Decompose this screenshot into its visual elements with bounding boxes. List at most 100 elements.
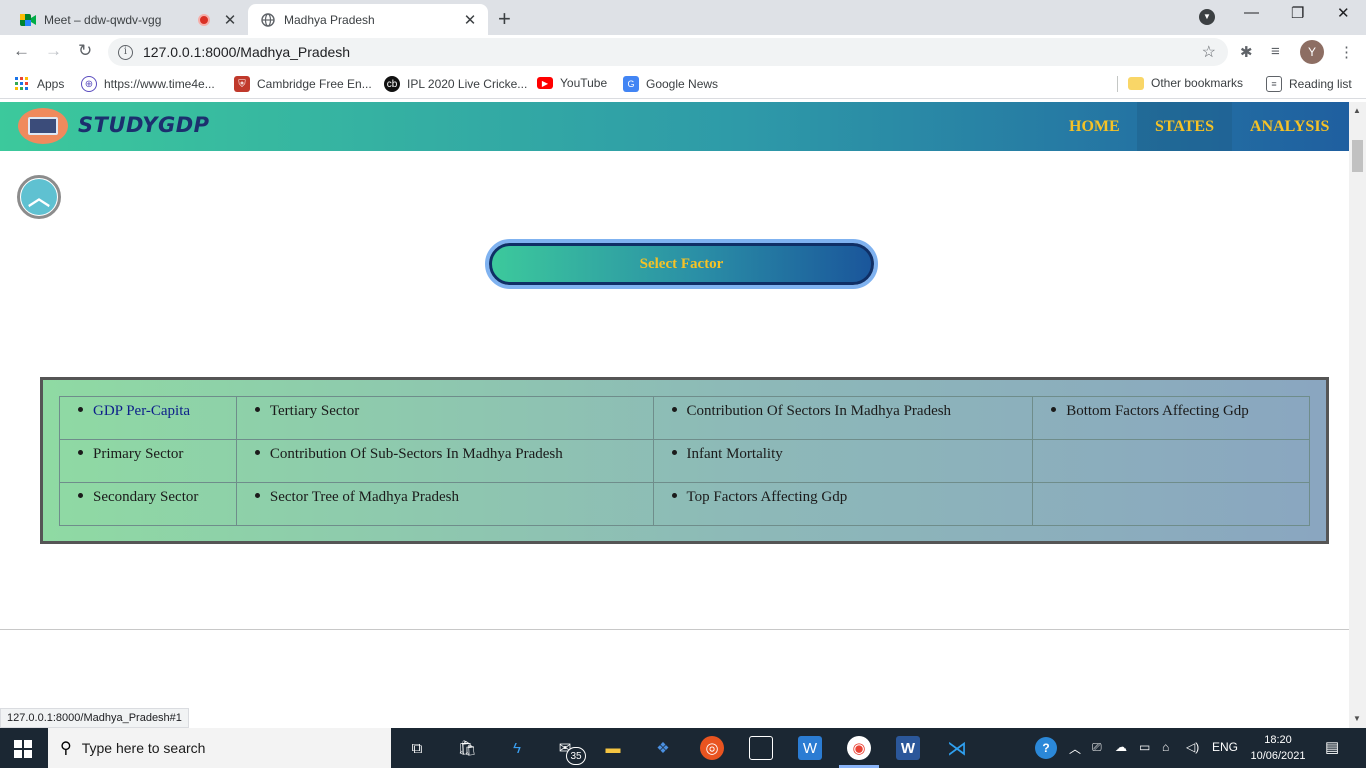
meet-now-icon[interactable]: ⎚ bbox=[1092, 740, 1102, 755]
search-icon: ⚲ bbox=[60, 740, 72, 757]
factor-link[interactable]: Sector Tree of Madhya Pradesh bbox=[270, 489, 459, 506]
site-info-icon[interactable]: i bbox=[118, 44, 133, 60]
browser-tab-strip: Meet – ddw-qwdv-vgg ✕ Madhya Pradesh ✕ +… bbox=[0, 0, 1366, 35]
apps-grid-icon bbox=[14, 76, 30, 92]
nav-analysis[interactable]: ANALYSIS bbox=[1232, 102, 1347, 151]
bookmark-label: Apps bbox=[37, 77, 65, 91]
nav-home[interactable]: HOME bbox=[1051, 102, 1138, 151]
other-bookmarks[interactable]: Other bookmarks bbox=[1128, 76, 1243, 90]
bullet-icon bbox=[78, 407, 83, 412]
new-tab-icon[interactable]: + bbox=[498, 6, 511, 32]
battery-icon[interactable]: ▭ bbox=[1139, 740, 1150, 754]
factor-link[interactable]: Contribution Of Sectors In Madhya Prades… bbox=[687, 403, 952, 420]
word-icon[interactable]: W bbox=[896, 736, 920, 760]
select-factor-label: Select Factor bbox=[489, 243, 874, 285]
close-window-icon[interactable]: ✕ bbox=[1337, 4, 1350, 22]
factor-link[interactable]: Top Factors Affecting Gdp bbox=[687, 489, 848, 506]
back-icon[interactable]: ← bbox=[13, 41, 30, 61]
bookmark-time4e[interactable]: ⊕ https://www.time4e... bbox=[81, 76, 215, 92]
list-item[interactable]: Top Factors Affecting Gdp bbox=[671, 489, 1033, 506]
factor-cell: GDP Per-Capita bbox=[59, 396, 237, 440]
bookmark-google-news[interactable]: G Google News bbox=[623, 76, 718, 92]
reading-list[interactable]: ≡ Reading list bbox=[1266, 76, 1352, 92]
scroll-down-icon[interactable]: ▼ bbox=[1353, 714, 1361, 723]
factor-link[interactable]: Secondary Sector bbox=[93, 489, 198, 506]
dropbox-icon[interactable]: ❖ bbox=[651, 736, 675, 760]
close-tab-icon[interactable]: ✕ bbox=[460, 11, 480, 29]
back-to-top-button[interactable]: ︿ bbox=[17, 175, 61, 219]
address-bar[interactable]: i 127.0.0.1:8000/Madhya_Pradesh ☆ bbox=[108, 38, 1228, 66]
volume-icon[interactable]: ◁) bbox=[1186, 740, 1199, 754]
list-item[interactable]: Secondary Sector bbox=[78, 489, 236, 506]
microsoft-store-icon[interactable]: 🛍 bbox=[455, 736, 479, 760]
profile-avatar[interactable]: Y bbox=[1300, 40, 1324, 64]
cricbuzz-icon: cb bbox=[384, 76, 400, 92]
wifi-icon[interactable]: ⌂ bbox=[1162, 740, 1169, 754]
minimize-icon[interactable]: — bbox=[1244, 4, 1259, 21]
list-item[interactable]: Contribution Of Sectors In Madhya Prades… bbox=[671, 403, 1033, 420]
terminal-icon[interactable] bbox=[749, 736, 773, 760]
list-item[interactable]: Tertiary Sector bbox=[254, 403, 653, 420]
nav-states[interactable]: STATES bbox=[1137, 102, 1232, 151]
reload-icon[interactable]: ↻ bbox=[78, 41, 92, 61]
bookmark-cambridge[interactable]: ⛨ Cambridge Free En... bbox=[234, 76, 372, 92]
extensions-icon[interactable]: ✱ bbox=[1240, 43, 1253, 61]
bookmark-ipl[interactable]: cb IPL 2020 Live Cricke... bbox=[384, 76, 527, 92]
page-scrollbar[interactable]: ▲ ▼ bbox=[1349, 102, 1366, 728]
taskbar-search[interactable]: ⚲ Type here to search bbox=[48, 728, 391, 768]
vscode-icon[interactable]: ⋊ bbox=[945, 736, 969, 760]
factor-link[interactable]: Bottom Factors Affecting Gdp bbox=[1066, 403, 1249, 420]
chrome-icon[interactable]: ◉ bbox=[847, 736, 871, 760]
table-row: Primary Sector Contribution Of Sub-Secto… bbox=[59, 439, 1310, 483]
tab-meet[interactable]: Meet – ddw-qwdv-vgg ✕ bbox=[8, 4, 248, 35]
address-url[interactable]: 127.0.0.1:8000/Madhya_Pradesh bbox=[143, 44, 1202, 60]
chevron-up-icon: ︿ bbox=[21, 179, 57, 215]
laptop-logo-icon[interactable] bbox=[18, 108, 68, 144]
menu-icon[interactable]: ⋮ bbox=[1339, 43, 1354, 61]
select-factor-button[interactable]: Select Factor bbox=[485, 239, 878, 289]
task-view-icon[interactable]: ⧉ bbox=[405, 736, 429, 760]
list-item[interactable]: Sector Tree of Madhya Pradesh bbox=[254, 489, 653, 506]
factor-link[interactable]: Infant Mortality bbox=[687, 446, 783, 463]
azure-data-studio-icon[interactable]: ϟ bbox=[505, 736, 529, 760]
forward-icon[interactable]: → bbox=[45, 41, 62, 61]
bookmark-apps[interactable]: Apps bbox=[14, 76, 64, 92]
bookmark-youtube[interactable]: ▶ YouTube bbox=[537, 76, 607, 90]
factor-cell: Secondary Sector bbox=[59, 482, 237, 526]
whiteboard-icon[interactable]: W bbox=[798, 736, 822, 760]
list-item[interactable]: Contribution Of Sub-Sectors In Madhya Pr… bbox=[254, 446, 653, 463]
network-icon[interactable]: ☁ bbox=[1115, 740, 1127, 754]
chevron-up-icon[interactable]: ︿ bbox=[1069, 740, 1081, 757]
ubuntu-icon[interactable]: ◎ bbox=[700, 736, 724, 760]
factor-link[interactable]: Contribution Of Sub-Sectors In Madhya Pr… bbox=[270, 446, 563, 463]
tab-madhya-pradesh[interactable]: Madhya Pradesh ✕ bbox=[248, 4, 488, 35]
list-item[interactable]: Infant Mortality bbox=[671, 446, 1033, 463]
factors-panel: GDP Per-Capita Tertiary Sector Contribut… bbox=[40, 377, 1329, 544]
browser-toolbar: ← → ↻ i 127.0.0.1:8000/Madhya_Pradesh ☆ … bbox=[0, 35, 1366, 69]
site-logo-text[interactable]: STUDYGDP bbox=[78, 113, 210, 137]
file-explorer-icon[interactable]: ▬ bbox=[601, 736, 625, 760]
system-clock[interactable]: 18:20 10/06/2021 bbox=[1248, 732, 1308, 764]
mail-badge: 35 bbox=[566, 747, 586, 765]
close-tab-icon[interactable]: ✕ bbox=[220, 11, 240, 29]
table-row: Secondary Sector Sector Tree of Madhya P… bbox=[59, 482, 1310, 526]
notification-icon[interactable]: ▤ bbox=[1325, 738, 1339, 756]
factor-link[interactable]: Tertiary Sector bbox=[270, 403, 359, 420]
bookmark-star-icon[interactable]: ☆ bbox=[1202, 42, 1216, 62]
help-icon[interactable]: ? bbox=[1035, 737, 1057, 759]
factor-link-gdp-per-capita[interactable]: GDP Per-Capita bbox=[93, 403, 190, 420]
scroll-up-icon[interactable]: ▲ bbox=[1353, 106, 1361, 115]
restore-icon[interactable]: ❐ bbox=[1291, 4, 1304, 22]
media-control-icon[interactable]: ≡ bbox=[1271, 43, 1280, 60]
factor-link[interactable]: Primary Sector bbox=[93, 446, 183, 463]
windows-start-icon[interactable] bbox=[14, 740, 32, 758]
tab-search-icon[interactable]: ▼ bbox=[1199, 9, 1215, 25]
google-news-icon: G bbox=[623, 76, 639, 92]
list-item[interactable]: Primary Sector bbox=[78, 446, 236, 463]
list-item[interactable]: Bottom Factors Affecting Gdp bbox=[1051, 403, 1309, 420]
language-indicator[interactable]: ENG bbox=[1212, 740, 1238, 754]
cambridge-shield-icon: ⛨ bbox=[234, 76, 250, 92]
bookmarks-bar: Apps ⊕ https://www.time4e... ⛨ Cambridge… bbox=[0, 69, 1366, 99]
list-item[interactable]: GDP Per-Capita bbox=[78, 403, 236, 420]
scrollbar-thumb[interactable] bbox=[1352, 140, 1363, 172]
